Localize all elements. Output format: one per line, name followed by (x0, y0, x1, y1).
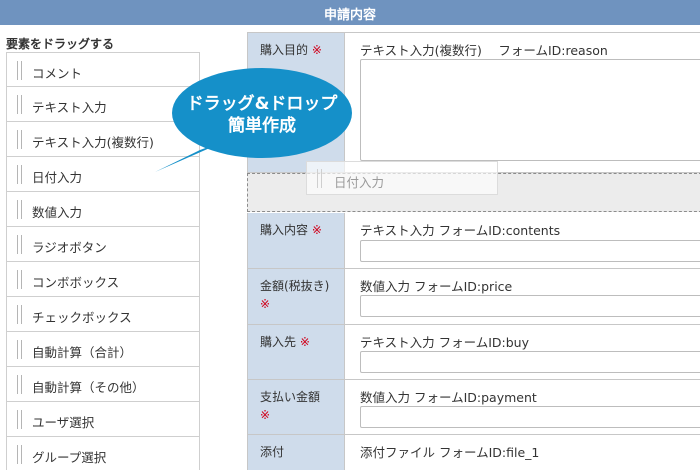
callout-line-1: ドラッグ&ドロップ (186, 94, 338, 114)
callout-text: ドラッグ&ドロップ 簡単作成 (172, 93, 352, 137)
callout-line-2: 簡単作成 (228, 116, 296, 136)
callout-bubble (155, 68, 352, 172)
